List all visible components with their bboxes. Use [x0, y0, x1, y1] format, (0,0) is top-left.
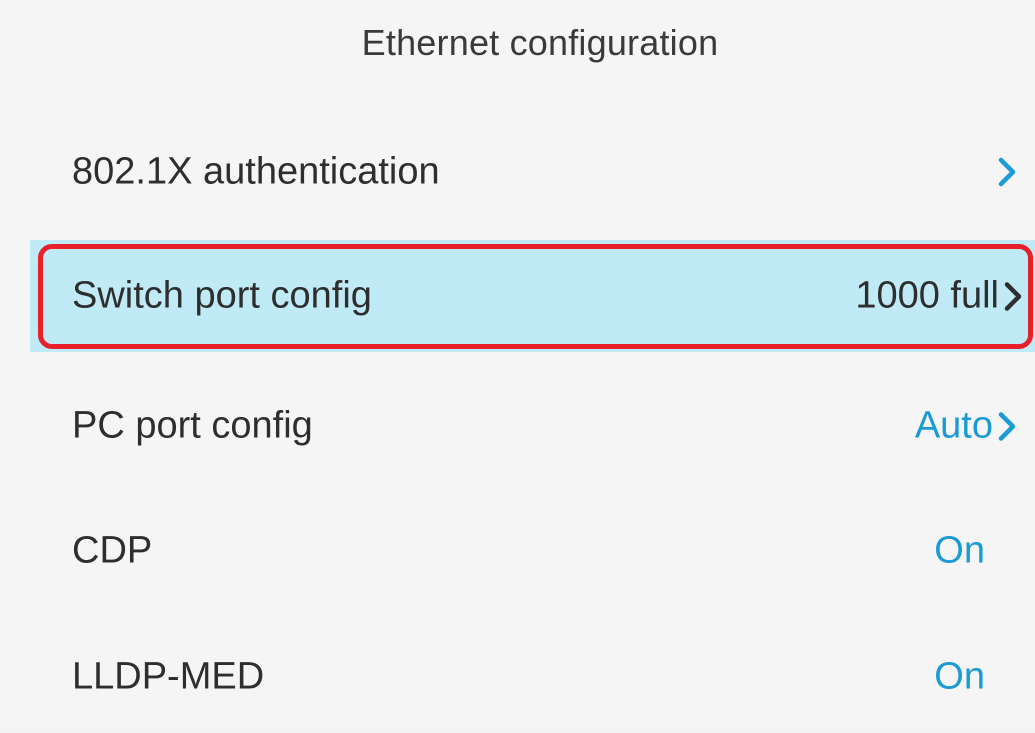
menu-item-value-wrap: 1000 full [855, 275, 1027, 318]
menu-item-value: On [934, 655, 985, 698]
menu-item-value-wrap: Auto [915, 405, 1021, 448]
menu-item-8021x-authentication[interactable]: 802.1X authentication [30, 116, 1035, 228]
menu-item-label: LLDP-MED [72, 655, 265, 698]
chevron-right-icon [1001, 278, 1027, 314]
menu-item-value-wrap [993, 154, 1021, 190]
menu-item-lldp-med[interactable]: LLDP-MED On [30, 621, 1035, 733]
menu-item-label: PC port config [72, 404, 313, 447]
chevron-right-icon [995, 408, 1021, 444]
menu-item-value: On [934, 529, 985, 572]
page-title: Ethernet configuration [361, 22, 719, 63]
menu-item-value: Auto [914, 404, 993, 447]
menu-item-label: 802.1X authentication [72, 150, 440, 193]
ethernet-config-screen: Ethernet configuration 802.1X authentica… [0, 0, 1035, 727]
menu-item-cdp[interactable]: CDP On [30, 495, 1035, 607]
menu-item-label: Switch port config [72, 274, 372, 317]
chevron-right-icon [995, 154, 1021, 190]
menu-item-switch-port-config[interactable]: Switch port config 1000 full [30, 240, 1035, 352]
menu-item-value: 1000 full [855, 274, 999, 317]
menu-item-label: CDP [72, 529, 153, 572]
menu-item-pc-port-config[interactable]: PC port config Auto [30, 370, 1035, 482]
